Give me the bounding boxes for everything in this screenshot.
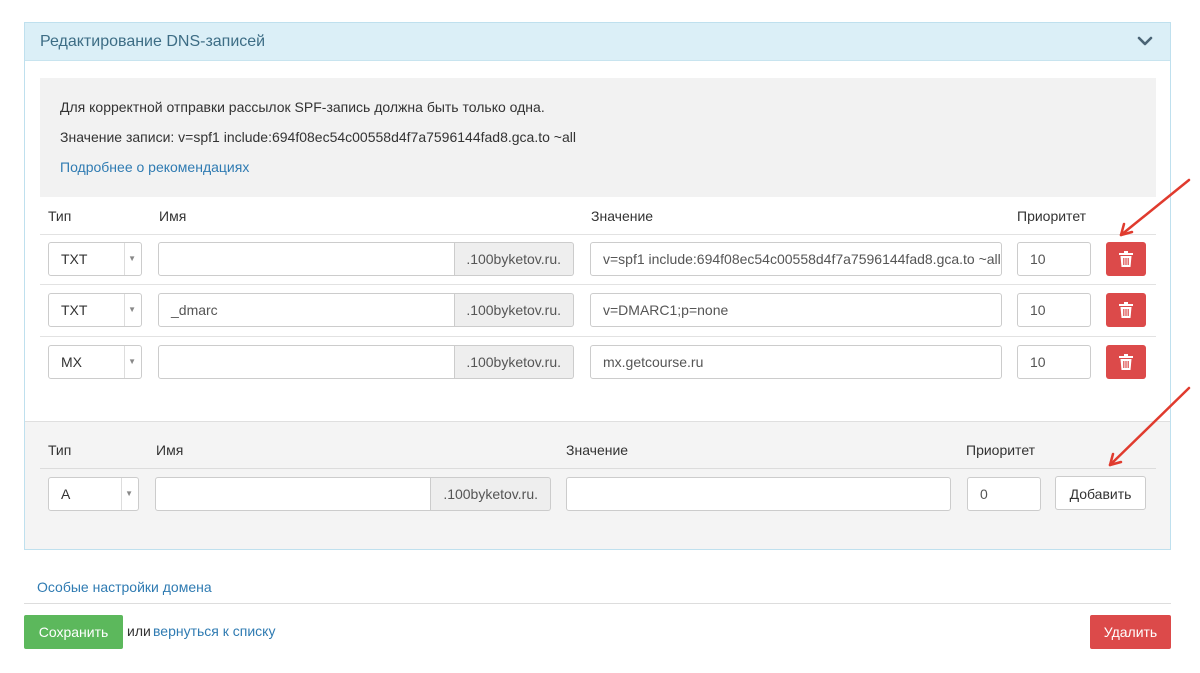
record-name-input[interactable]: _dmarc	[158, 293, 455, 327]
back-to-list-link[interactable]: вернуться к списку	[153, 623, 275, 639]
record-value-text: v=DMARC1;p=none	[603, 302, 729, 318]
spf-record-value-text: Значение записи: v=spf1 include:694f08ec…	[60, 129, 576, 145]
new-domain-suffix-text: .100byketov.ru.	[443, 486, 538, 502]
trash-icon	[1119, 251, 1133, 267]
select-divider	[124, 346, 125, 378]
record-type-select[interactable]: TXT ▼	[48, 242, 142, 276]
spf-info-box: Для корректной отправки рассылок SPF-зап…	[40, 78, 1156, 197]
col-header-priority: Приоритет	[1017, 208, 1087, 224]
save-button[interactable]: Сохранить	[24, 615, 123, 649]
domain-suffix-text: .100byketov.ru.	[466, 251, 561, 267]
caret-down-icon: ▼	[128, 357, 136, 366]
save-label: Сохранить	[38, 624, 109, 640]
caret-down-icon: ▼	[128, 305, 136, 314]
dns-records-panel: Редактирование DNS-записей Для корректно…	[24, 22, 1171, 550]
delete-domain-button[interactable]: Удалить	[1090, 615, 1171, 649]
new-record-type-value: A	[61, 486, 71, 502]
record-value-input[interactable]: v=DMARC1;p=none	[590, 293, 1002, 327]
caret-down-icon: ▼	[128, 254, 136, 263]
domain-suffix: .100byketov.ru.	[455, 345, 574, 379]
new-record-priority-value: 0	[980, 486, 988, 502]
record-value-text: v=spf1 include:694f08ec54c00558d4f7a7596…	[603, 251, 1001, 267]
record-name-input[interactable]	[158, 242, 455, 276]
record-value-input[interactable]: mx.getcourse.ru	[590, 345, 1002, 379]
domain-suffix: .100byketov.ru.	[455, 242, 574, 276]
select-divider	[124, 243, 125, 275]
new-domain-suffix: .100byketov.ru.	[431, 477, 551, 511]
col-header-value: Значение	[591, 208, 654, 224]
domain-suffix-text: .100byketov.ru.	[466, 302, 561, 318]
record-priority-input[interactable]: 10	[1017, 345, 1091, 379]
new-record-section: Тип Имя Значение Приоритет A ▼ .100byket…	[25, 421, 1170, 549]
domain-suffix-text: .100byketov.ru.	[466, 354, 561, 370]
new-record-priority-input[interactable]: 0	[967, 477, 1041, 511]
new-col-header-priority: Приоритет	[966, 442, 1036, 458]
record-type-value: TXT	[61, 251, 88, 267]
record-priority-value: 10	[1030, 251, 1046, 267]
trash-icon	[1119, 302, 1133, 318]
record-type-value: MX	[61, 354, 82, 370]
delete-domain-label: Удалить	[1103, 624, 1158, 640]
new-header-divider	[40, 468, 1156, 469]
row-divider	[40, 284, 1156, 285]
new-col-header-value: Значение	[566, 442, 629, 458]
new-record-name-input[interactable]	[155, 477, 431, 511]
header-divider	[40, 234, 1156, 235]
col-header-type: Тип	[48, 208, 72, 224]
trash-icon	[1119, 354, 1133, 370]
record-type-select[interactable]: TXT ▼	[48, 293, 142, 327]
delete-record-button[interactable]	[1106, 242, 1146, 276]
new-col-header-type: Тип	[48, 442, 72, 458]
record-value-text: mx.getcourse.ru	[603, 354, 704, 370]
new-record-type-select[interactable]: A ▼	[48, 477, 139, 511]
add-record-label: Добавить	[1069, 486, 1132, 502]
record-priority-input[interactable]: 10	[1017, 293, 1091, 327]
select-divider	[124, 294, 125, 326]
record-name-value: _dmarc	[171, 302, 218, 318]
panel-header[interactable]: Редактирование DNS-записей	[25, 23, 1170, 61]
domain-suffix: .100byketov.ru.	[455, 293, 574, 327]
recommendations-link[interactable]: Подробнее о рекомендациях	[60, 159, 249, 175]
select-divider	[121, 478, 122, 510]
record-priority-input[interactable]: 10	[1017, 242, 1091, 276]
record-value-input[interactable]: v=spf1 include:694f08ec54c00558d4f7a7596…	[590, 242, 1002, 276]
row-divider	[40, 336, 1156, 337]
record-type-value: TXT	[61, 302, 88, 318]
record-type-select[interactable]: MX ▼	[48, 345, 142, 379]
record-priority-value: 10	[1030, 302, 1046, 318]
panel-title: Редактирование DNS-записей	[40, 33, 266, 50]
delete-record-button[interactable]	[1106, 293, 1146, 327]
special-domain-settings-link[interactable]: Особые настройки домена	[37, 579, 212, 595]
col-header-name: Имя	[159, 208, 187, 224]
or-text: или	[127, 623, 151, 639]
new-record-value-input[interactable]	[566, 477, 951, 511]
chevron-down-icon[interactable]	[1136, 32, 1154, 50]
delete-record-button[interactable]	[1106, 345, 1146, 379]
record-priority-value: 10	[1030, 354, 1046, 370]
add-record-button[interactable]: Добавить	[1055, 476, 1146, 510]
record-name-input[interactable]	[158, 345, 455, 379]
caret-down-icon: ▼	[125, 489, 133, 498]
new-col-header-name: Имя	[156, 442, 184, 458]
spf-info-text: Для корректной отправки рассылок SPF-зап…	[60, 99, 545, 115]
footer-divider	[24, 603, 1171, 604]
